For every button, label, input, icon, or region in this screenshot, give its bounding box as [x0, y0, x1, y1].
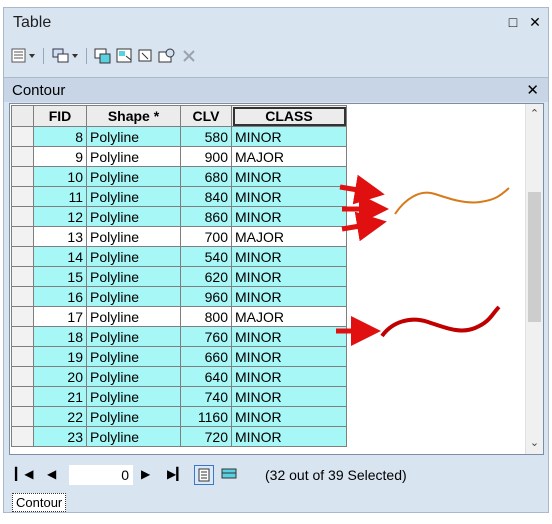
previous-record-icon[interactable]: ◀: [47, 467, 56, 481]
related-tables-button[interactable]: [52, 47, 80, 65]
delete-selected-button[interactable]: [182, 47, 196, 65]
record-navigation-bar: ▎◀ ◀ 0 ▶ ▶▎ (32 out of 39 Selected): [9, 461, 544, 491]
scroll-up-icon[interactable]: ⌃: [526, 106, 543, 123]
title-bar: Table □ ✕: [4, 8, 548, 36]
window-title: Table: [13, 14, 52, 31]
close-table-icon[interactable]: ✕: [526, 81, 539, 99]
scroll-down-icon[interactable]: ⌄: [526, 435, 543, 452]
first-record-icon[interactable]: ▎◀: [15, 467, 33, 481]
table-window: Table □ ✕ Contour ✕ FID Shape * CLV CLAS…: [3, 7, 549, 513]
related-tables-icon: [52, 48, 78, 63]
vertical-scrollbar[interactable]: ⌃ ⌄: [525, 104, 543, 454]
switch-selection-icon: [116, 48, 132, 63]
red-arrow-1: [339, 174, 385, 205]
switch-selection-button[interactable]: [116, 47, 134, 65]
delete-selected-icon: [183, 50, 195, 62]
table-options-icon: [11, 48, 35, 63]
show-selected-records-icon: [221, 468, 237, 479]
show-selected-records-button[interactable]: [220, 465, 240, 485]
zoom-to-selected-icon: [158, 48, 175, 63]
tab-contour[interactable]: Contour: [12, 493, 67, 512]
clear-selection-button[interactable]: [138, 47, 154, 65]
zoom-to-selected-button[interactable]: [158, 47, 176, 65]
selection-status: (32 out of 39 Selected): [265, 467, 407, 483]
annotation-overlay: [336, 174, 510, 346]
restore-icon[interactable]: □: [506, 15, 520, 29]
toolbar: [4, 36, 548, 76]
select-by-attributes-button[interactable]: [94, 47, 112, 65]
attribute-grid: FID Shape * CLV CLASS 8 Polyline 580 MINOR 9…: [9, 103, 544, 455]
select-by-attributes-icon: [94, 48, 111, 64]
close-icon[interactable]: ✕: [528, 15, 542, 29]
minor-contour-line-sample: [394, 187, 510, 215]
show-all-records-icon: [198, 468, 210, 482]
major-contour-line-sample: [380, 305, 501, 338]
show-all-records-button[interactable]: [194, 465, 214, 485]
last-record-icon[interactable]: ▶▎: [167, 467, 185, 481]
table-tab-header: Contour ✕: [4, 77, 548, 102]
next-record-icon[interactable]: ▶: [141, 467, 150, 481]
scroll-thumb[interactable]: [528, 192, 541, 322]
table-options-button[interactable]: [11, 47, 37, 65]
red-arrow-3: [341, 211, 387, 242]
table-name: Contour: [12, 82, 66, 99]
clear-selection-icon: [138, 49, 152, 62]
table-tab-strip: Contour: [4, 492, 548, 514]
current-record-input[interactable]: 0: [69, 465, 133, 485]
